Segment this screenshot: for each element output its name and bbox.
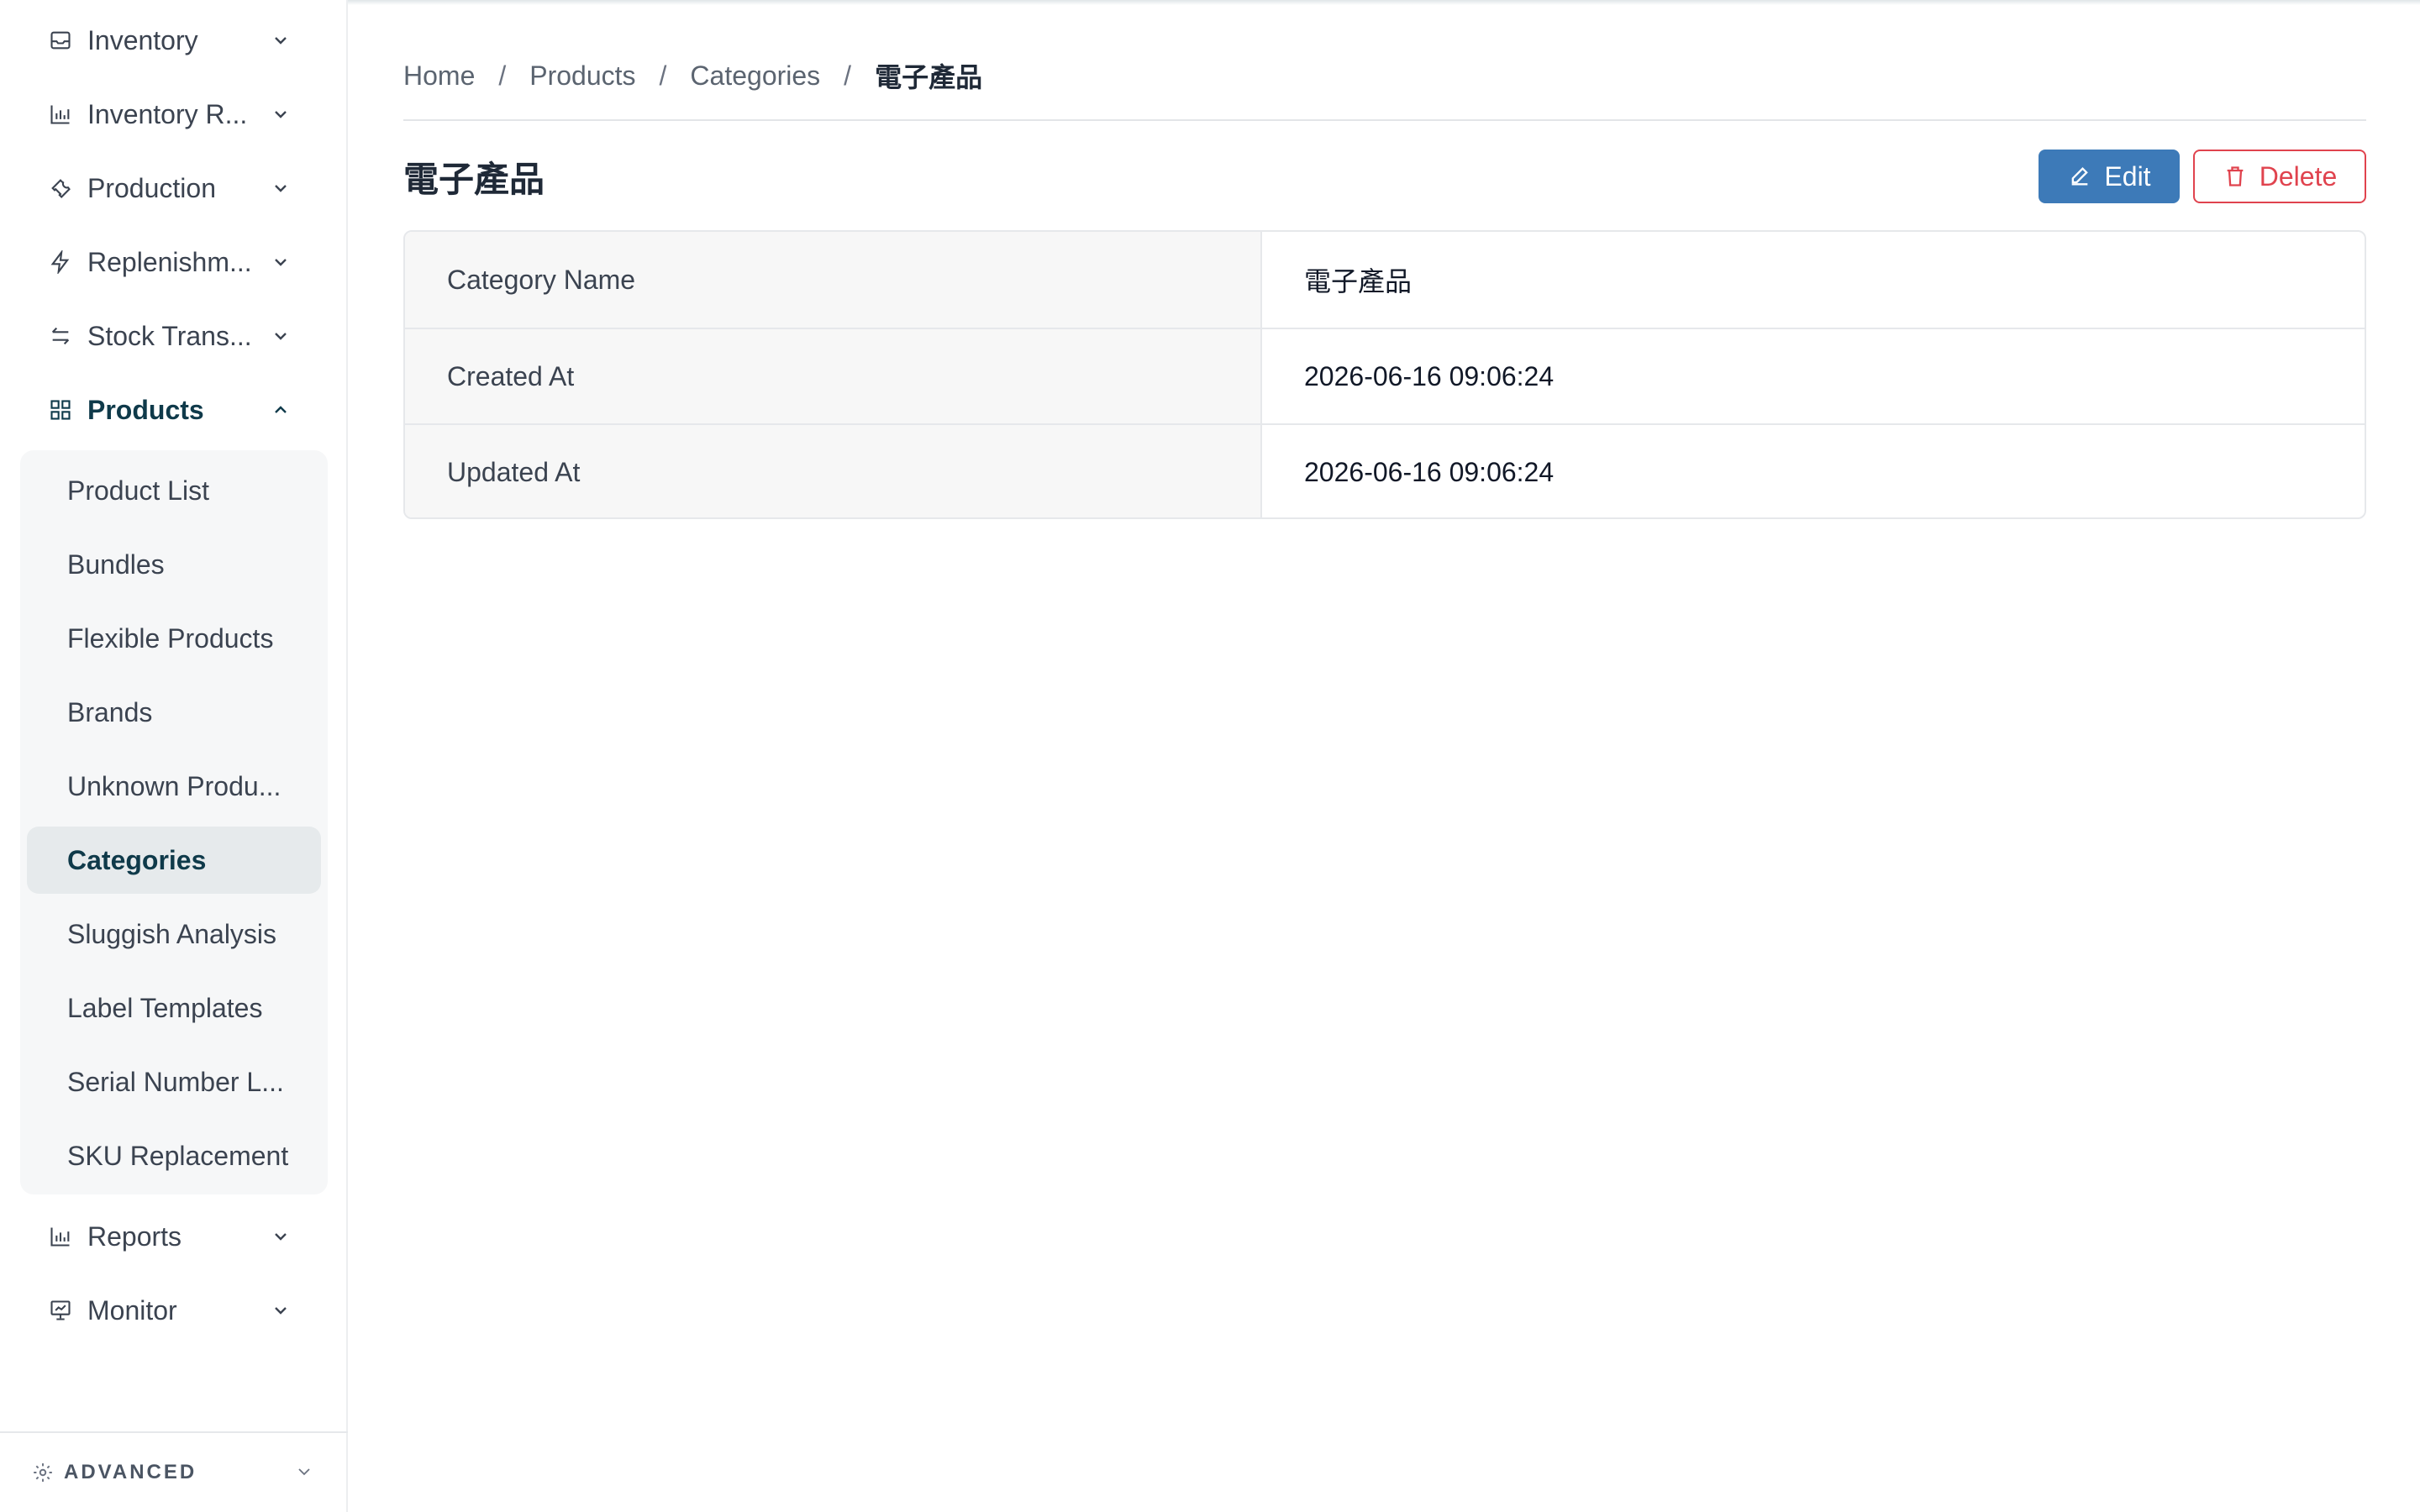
chevron-down-icon <box>269 102 292 126</box>
advanced-section-toggle[interactable]: ADVANCED <box>0 1431 348 1512</box>
sidebar-item-label: Inventory R... <box>87 98 248 129</box>
submenu-item-label: Label Templates <box>67 992 263 1023</box>
edit-button[interactable]: Edit <box>2039 150 2180 203</box>
sidebar-item-label: Reports <box>87 1221 182 1252</box>
breadcrumb: Home / Products / Categories / 電子產品 <box>403 57 982 94</box>
breadcrumb-home[interactable]: Home <box>403 60 475 92</box>
chevron-down-icon <box>269 176 292 200</box>
submenu-item-label: Sluggish Analysis <box>67 918 277 949</box>
submenu-item-label: Bundles <box>67 549 165 580</box>
submenu-item-unknown-products[interactable]: Unknown Produ... <box>27 753 321 820</box>
chevron-up-icon <box>269 398 292 422</box>
sidebar-item-inventory-reports[interactable]: Inventory R... <box>0 77 348 151</box>
details-key: Created At <box>405 329 1262 423</box>
sidebar-item-stock-transfer[interactable]: Stock Trans... <box>0 299 348 373</box>
header-shadow <box>348 0 2420 5</box>
submenu-item-label: Serial Number L... <box>67 1066 284 1097</box>
submenu-item-label: SKU Replacement <box>67 1140 289 1171</box>
sidebar-item-replenishment[interactable]: Replenishm... <box>0 225 348 299</box>
bar-chart-icon <box>47 101 74 128</box>
details-value: 2026-06-16 09:06:24 <box>1304 360 1555 391</box>
submenu-item-product-list[interactable]: Product List <box>27 457 321 524</box>
wrench-icon <box>47 175 74 202</box>
sidebar-item-label: Stock Trans... <box>87 320 252 351</box>
breadcrumb-separator: / <box>498 60 507 91</box>
sidebar-item-inventory[interactable]: Inventory <box>0 3 348 77</box>
breadcrumb-products[interactable]: Products <box>529 60 635 92</box>
submenu-item-sku-replacement[interactable]: SKU Replacement <box>27 1122 321 1189</box>
chevron-down-icon <box>269 1299 292 1322</box>
sidebar-item-monitor[interactable]: Monitor <box>0 1273 348 1347</box>
sidebar-item-reports[interactable]: Reports <box>0 1200 348 1273</box>
submenu-item-label: Brands <box>67 696 153 727</box>
chevron-down-icon <box>269 1225 292 1248</box>
submenu-item-bundles[interactable]: Bundles <box>27 531 321 598</box>
submenu-item-label: Flexible Products <box>67 622 274 654</box>
sidebar-item-products[interactable]: Products <box>0 373 348 447</box>
details-key: Updated At <box>405 425 1262 517</box>
delete-button[interactable]: Delete <box>2193 150 2366 203</box>
sidebar-item-label: Inventory <box>87 24 198 55</box>
breadcrumb-separator: / <box>844 60 852 91</box>
chevron-down-icon <box>269 250 292 274</box>
submenu-item-brands[interactable]: Brands <box>27 679 321 746</box>
details-row: Created At 2026-06-16 09:06:24 <box>405 328 2365 423</box>
details-row: Category Name 電子產品 <box>405 232 2365 328</box>
submenu-item-label: Product List <box>67 475 209 506</box>
submenu-item-label: Categories <box>67 844 207 875</box>
details-row: Updated At 2026-06-16 09:06:24 <box>405 423 2365 517</box>
trash-icon <box>2223 164 2248 189</box>
details-value: 電子產品 <box>1304 266 1413 297</box>
submenu-item-label: Unknown Produ... <box>67 770 281 801</box>
bar-chart-icon <box>47 1223 74 1250</box>
sidebar-item-label: Monitor <box>87 1294 177 1326</box>
transfer-arrows-icon <box>47 323 74 349</box>
pencil-icon <box>2067 164 2092 189</box>
advanced-label: ADVANCED <box>64 1461 197 1483</box>
details-table: Category Name 電子產品 Created At 2026-06-16… <box>403 230 2366 519</box>
grid-icon <box>47 396 74 423</box>
chevron-down-icon <box>269 29 292 52</box>
delete-button-label: Delete <box>2259 160 2338 192</box>
presentation-chart-icon <box>47 1297 74 1324</box>
page-title: 電子產品 <box>403 160 545 199</box>
submenu-item-flexible-products[interactable]: Flexible Products <box>27 605 321 672</box>
sidebar-item-label: Production <box>87 172 216 203</box>
sidebar-item-production[interactable]: Production <box>0 151 348 225</box>
edit-button-label: Edit <box>2104 160 2151 192</box>
submenu-item-label-templates[interactable]: Label Templates <box>27 974 321 1042</box>
chevron-down-icon <box>269 324 292 348</box>
sidebar-item-label: Replenishm... <box>87 246 252 277</box>
breadcrumb-separator: / <box>659 60 667 91</box>
chevron-down-icon <box>294 1462 316 1483</box>
submenu-item-categories[interactable]: Categories <box>27 827 321 894</box>
breadcrumb-divider <box>403 119 2366 121</box>
lightning-icon <box>47 249 74 276</box>
breadcrumb-current: 電子產品 <box>875 62 983 92</box>
sidebar: Inventory Inventory R... Production Repl… <box>0 0 348 1512</box>
inbox-icon <box>47 27 74 54</box>
details-value: 2026-06-16 09:06:24 <box>1304 456 1555 487</box>
gear-icon <box>32 1462 55 1485</box>
breadcrumb-categories[interactable]: Categories <box>690 60 820 92</box>
details-key: Category Name <box>405 232 1262 328</box>
submenu-item-serial-number[interactable]: Serial Number L... <box>27 1048 321 1116</box>
sidebar-item-label: Products <box>87 394 204 425</box>
products-submenu: Product List Bundles Flexible Products B… <box>20 450 328 1194</box>
submenu-item-sluggish-analysis[interactable]: Sluggish Analysis <box>27 900 321 968</box>
